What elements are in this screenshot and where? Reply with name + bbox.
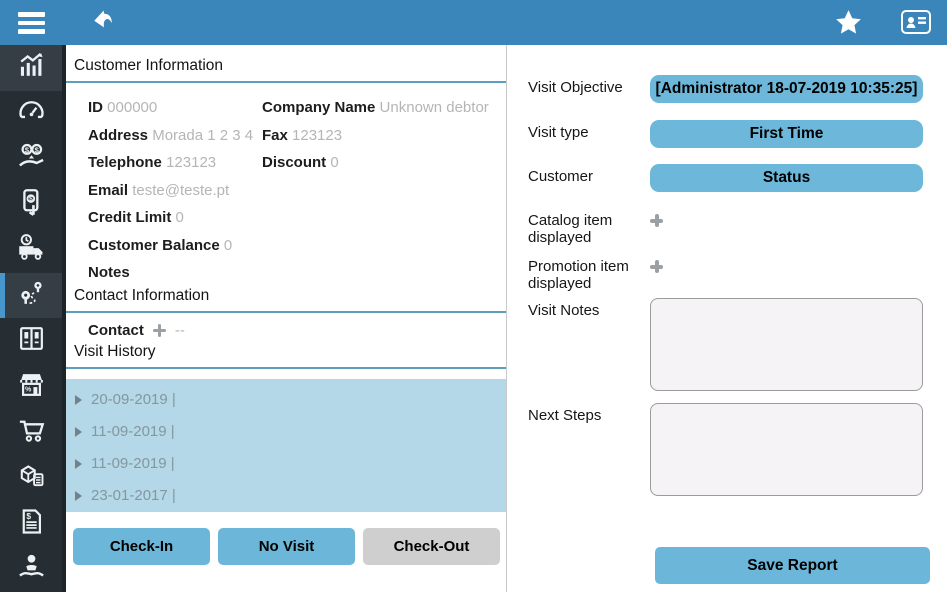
expander-icon (75, 394, 82, 405)
section-rule (66, 81, 506, 83)
invoice-icon: $ (16, 506, 47, 542)
field-telephone: Telephone 123123 (88, 154, 217, 171)
svg-text:%: % (25, 385, 32, 393)
contact-info-title: Contact Information (74, 286, 210, 304)
next-steps-input[interactable] (650, 403, 923, 496)
customer-status-label: Customer (528, 168, 594, 185)
field-discount: Discount 0 (262, 154, 339, 171)
sidebar-item-catalog[interactable] (0, 318, 62, 364)
customer-fields: ID 000000 Company Name Unknown debtor Ad… (88, 94, 506, 287)
top-bar (0, 0, 947, 45)
visit-history-entry[interactable]: 11-09-2019 | (66, 416, 506, 448)
check-out-button[interactable]: Check-Out (363, 527, 500, 565)
svg-text:$: $ (24, 146, 29, 155)
visit-type-button[interactable]: First Time (650, 120, 923, 148)
contact-card-icon[interactable] (899, 8, 933, 41)
expander-icon (75, 490, 82, 501)
promotion-item-row: Promotion item displayed (507, 258, 947, 292)
visit-objective-label: Visit Objective (528, 79, 623, 96)
sidebar-item-inventory[interactable] (0, 455, 62, 501)
visit-history-entry[interactable]: 11-09-2019 | (66, 448, 506, 480)
back-icon[interactable] (86, 7, 118, 39)
customer-status-button[interactable]: Status (650, 164, 923, 192)
svg-text:$: $ (28, 195, 32, 203)
visit-objective-row: Visit Objective [Administrator 18-07-201… (507, 75, 947, 103)
visit-notes-label: Visit Notes (528, 302, 600, 319)
visit-action-buttons: Check-In No Visit Check-Out (73, 527, 506, 565)
next-steps-row: Next Steps (507, 403, 947, 496)
expander-icon (75, 426, 82, 437)
no-visit-button[interactable]: No Visit (218, 527, 355, 565)
visit-type-row: Visit type First Time (507, 120, 947, 148)
contact-value: -- (174, 321, 185, 339)
catalog-icon (16, 323, 47, 359)
customer-panel: Customer Information ID 000000 Company N… (66, 45, 506, 592)
section-rule (66, 366, 506, 369)
visit-type-label: Visit type (528, 124, 589, 141)
add-catalog-item-button[interactable] (650, 214, 663, 227)
section-rule (66, 310, 506, 313)
save-report-button[interactable]: Save Report (655, 547, 930, 584)
sidebar-item-delivery[interactable] (0, 227, 62, 273)
sidebar-nav: $ $ $ % $ (0, 45, 62, 592)
delivery-truck-icon (16, 232, 47, 268)
customer-support-icon (16, 551, 47, 587)
add-promotion-item-button[interactable] (650, 260, 663, 273)
contact-row: Contact -- (88, 322, 506, 339)
sidebar-item-customers[interactable] (0, 546, 62, 592)
bar-chart-icon (16, 50, 47, 86)
sidebar-item-sales[interactable]: $ $ (0, 136, 62, 182)
visit-history-entry[interactable]: 20-09-2019 | (66, 384, 506, 416)
contact-label: Contact (88, 321, 144, 339)
mobile-payment-icon: $ (16, 187, 47, 223)
svg-text:$: $ (34, 146, 39, 155)
visit-notes-input[interactable] (650, 298, 923, 391)
customer-info-title: Customer Information (74, 57, 224, 74)
sidebar-item-payments[interactable]: $ (0, 182, 62, 228)
field-customer-balance: Customer Balance 0 (88, 236, 233, 254)
gauge-icon (16, 95, 47, 131)
check-in-button[interactable]: Check-In (73, 527, 210, 565)
cart-icon (16, 414, 47, 450)
catalog-item-row: Catalog item displayed (507, 212, 947, 246)
sidebar-item-orders[interactable] (0, 410, 62, 456)
route-icon (16, 278, 47, 314)
svg-text:$: $ (26, 510, 31, 520)
catalog-item-label: Catalog item displayed (528, 212, 613, 246)
visit-history-title: Visit History (74, 342, 156, 360)
field-fax: Fax 123123 (262, 126, 343, 144)
field-credit-limit: Credit Limit 0 (88, 209, 184, 226)
sidebar-item-dashboard[interactable] (0, 91, 62, 137)
field-company-name: Company Name Unknown debtor (262, 99, 489, 116)
inventory-icon (16, 460, 47, 496)
expander-icon (75, 458, 82, 469)
field-id: ID 000000 (88, 99, 158, 116)
sidebar-item-invoices[interactable]: $ (0, 501, 62, 547)
customer-status-row: Customer Status (507, 164, 947, 192)
visit-notes-row: Visit Notes (507, 298, 947, 391)
field-address: Address Morada 1 2 3 4 (88, 126, 254, 144)
sidebar-item-analytics[interactable] (0, 45, 62, 91)
menu-icon[interactable] (18, 12, 45, 34)
add-contact-button[interactable] (152, 323, 166, 337)
visit-history-list: 20-09-2019 | 11-09-2019 | 11-09-2019 | 2… (66, 378, 506, 512)
field-email: Email teste@teste.pt (88, 181, 230, 199)
money-hand-icon: $ $ (16, 141, 47, 177)
visit-history-entry[interactable]: 23-01-2017 | (66, 480, 506, 512)
star-icon[interactable] (834, 8, 863, 42)
store-icon: % (16, 369, 47, 405)
sidebar-item-store[interactable]: % (0, 364, 62, 410)
promotion-item-label: Promotion item displayed (528, 258, 629, 292)
visit-report-panel: Visit Objective [Administrator 18-07-201… (507, 45, 947, 592)
sidebar-item-visits[interactable] (0, 272, 62, 319)
next-steps-label: Next Steps (528, 407, 602, 424)
visit-objective-button[interactable]: [Administrator 18-07-2019 10:35:25] (650, 75, 923, 103)
field-notes: Notes (88, 264, 130, 281)
